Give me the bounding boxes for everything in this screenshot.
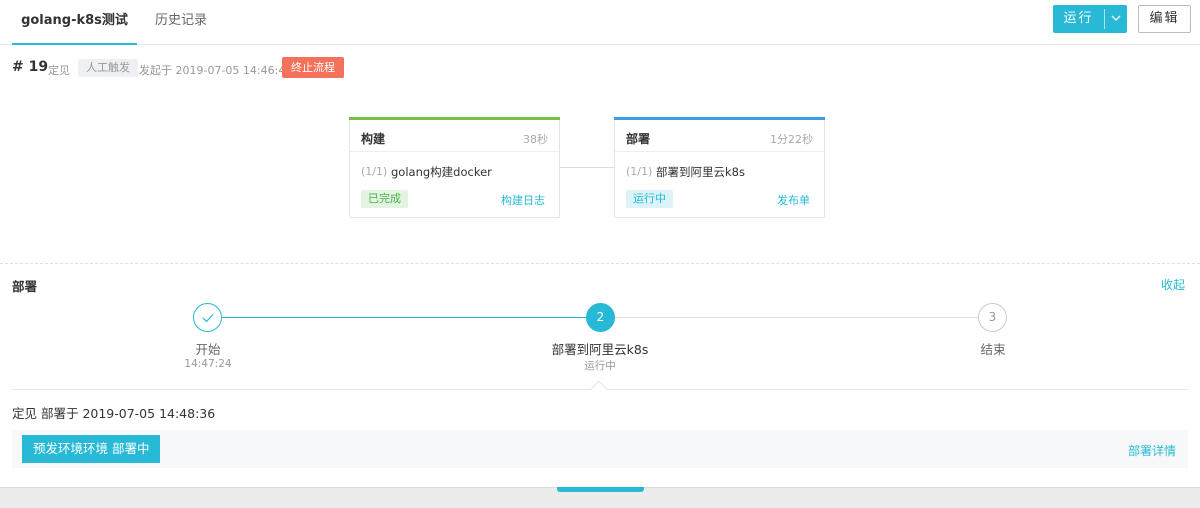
section-divider xyxy=(0,263,1200,264)
edit-button[interactable]: 编辑 xyxy=(1138,5,1191,33)
stage-duration: 38秒 xyxy=(523,133,548,146)
tab-history[interactable]: 历史记录 xyxy=(155,0,207,45)
check-icon xyxy=(193,303,222,332)
build-log-link[interactable]: 构建日志 xyxy=(501,192,545,208)
step-label-end: 结束 xyxy=(980,342,1006,357)
stage-card-build[interactable]: 构建 38秒 (1/1) golang构建docker 已完成 构建日志 xyxy=(349,117,560,218)
stage-name: 构建 xyxy=(361,132,386,146)
step-label-start: 开始 xyxy=(195,342,221,357)
collapse-link[interactable]: 收起 xyxy=(1161,276,1185,293)
status-badge: 已完成 xyxy=(361,190,408,208)
run-start-time: 发起于 2019-07-05 14:46:45 xyxy=(139,64,293,77)
run-number: # 19 xyxy=(12,59,49,75)
section-title: 部署 xyxy=(12,279,38,294)
status-badge: 运行中 xyxy=(626,190,673,208)
stage-name: 部署 xyxy=(626,132,651,146)
stage-card-deploy[interactable]: 部署 1分22秒 (1/1) 部署到阿里云k8s 运行中 发布单 xyxy=(614,117,825,218)
job-index: (1/1) xyxy=(361,165,388,178)
progress-line-pending xyxy=(614,317,978,318)
step-marker-pending: 3 xyxy=(978,303,1007,332)
stop-pipeline-button[interactable]: 终止流程 xyxy=(282,57,344,78)
stage-status-bar xyxy=(614,117,825,120)
stage-connector xyxy=(560,167,614,168)
step-status-deploy: 运行中 xyxy=(584,360,616,372)
run-button-label[interactable]: 运行 xyxy=(1053,5,1104,33)
environment-status-button[interactable]: 预发环境环境 部署中 xyxy=(22,435,161,463)
step-label-deploy: 部署到阿里云k8s xyxy=(551,342,649,357)
run-button[interactable]: 运行 xyxy=(1053,5,1127,33)
environment-panel: 预发环境环境 部署中 部署详情 xyxy=(12,430,1188,468)
step-time-start: 14:47:24 xyxy=(184,358,232,370)
top-bar: golang-k8s测试 历史记录 运行 编辑 xyxy=(0,0,1200,45)
stage-status-bar xyxy=(349,117,560,120)
deploy-detail-link[interactable]: 部署详情 xyxy=(1128,442,1176,459)
run-author: 定见 xyxy=(48,64,70,77)
job-name[interactable]: 部署到阿里云k8s xyxy=(656,164,745,180)
stage-divider xyxy=(615,151,824,152)
trigger-badge: 人工触发 xyxy=(78,59,138,77)
deploy-info: 定见 部署于 2019-07-05 14:48:36 xyxy=(12,406,216,421)
job-index: (1/1) xyxy=(626,165,653,178)
release-order-link[interactable]: 发布单 xyxy=(777,192,810,208)
step-marker-active: 2 xyxy=(586,303,615,332)
stage-duration: 1分22秒 xyxy=(770,133,813,146)
chevron-down-icon[interactable] xyxy=(1105,5,1127,33)
job-name[interactable]: golang构建docker xyxy=(391,164,492,180)
tab-pipeline[interactable]: golang-k8s测试 xyxy=(12,0,137,45)
progress-line-done xyxy=(222,317,587,318)
active-step-pointer xyxy=(590,380,608,398)
stage-divider xyxy=(350,151,559,152)
drag-handle[interactable] xyxy=(557,487,644,492)
